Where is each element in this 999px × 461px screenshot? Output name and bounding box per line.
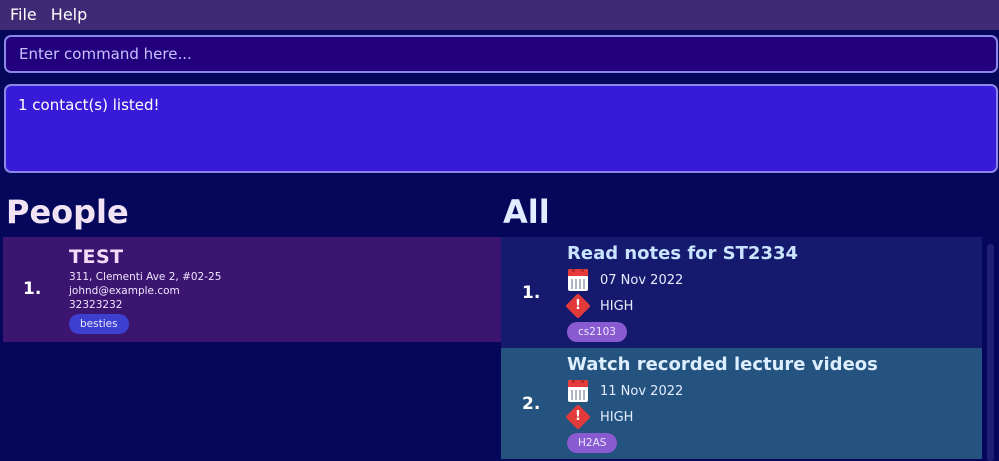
command-input[interactable]: [4, 35, 998, 73]
menu-bar: File Help: [0, 0, 999, 30]
task-index: 2.: [522, 394, 541, 414]
task-index: 1.: [522, 283, 541, 303]
task-priority: HIGH: [600, 299, 634, 314]
menu-file[interactable]: File: [3, 0, 44, 30]
person-address: 311, Clementi Ave 2, #02-25: [69, 271, 222, 283]
task-list-scrollbar[interactable]: [987, 244, 994, 461]
priority-mark-icon: !: [575, 298, 581, 313]
task-tag: cs2103: [567, 322, 627, 342]
task-date: 07 Nov 2022: [600, 273, 684, 288]
person-index: 1.: [23, 279, 42, 299]
person-name: TEST: [69, 246, 124, 268]
person-phone: 32323232: [69, 299, 123, 311]
task-title: Read notes for ST2334: [567, 243, 799, 264]
people-title: People: [6, 193, 129, 231]
menu-help[interactable]: Help: [44, 0, 94, 30]
tasks-title: All: [503, 193, 550, 231]
task-priority: HIGH: [600, 410, 634, 425]
calendar-icon: [568, 380, 588, 402]
person-tag: besties: [69, 314, 129, 334]
result-text: 1 contact(s) listed!: [18, 96, 160, 114]
task-card[interactable]: 1. Read notes for ST2334 07 Nov 2022 ! H…: [501, 237, 982, 348]
priority-mark-icon: !: [575, 409, 581, 424]
task-list[interactable]: 1. Read notes for ST2334 07 Nov 2022 ! H…: [501, 237, 983, 461]
person-email: johnd@example.com: [69, 285, 180, 297]
person-card[interactable]: 1. TEST 311, Clementi Ave 2, #02-25 john…: [3, 237, 501, 342]
result-display: 1 contact(s) listed!: [4, 84, 998, 173]
calendar-icon: [568, 269, 588, 291]
task-title: Watch recorded lecture videos: [567, 354, 878, 375]
task-date: 11 Nov 2022: [600, 384, 684, 399]
task-card[interactable]: 2. Watch recorded lecture videos 11 Nov …: [501, 348, 982, 459]
task-tag: H2AS: [567, 433, 618, 453]
